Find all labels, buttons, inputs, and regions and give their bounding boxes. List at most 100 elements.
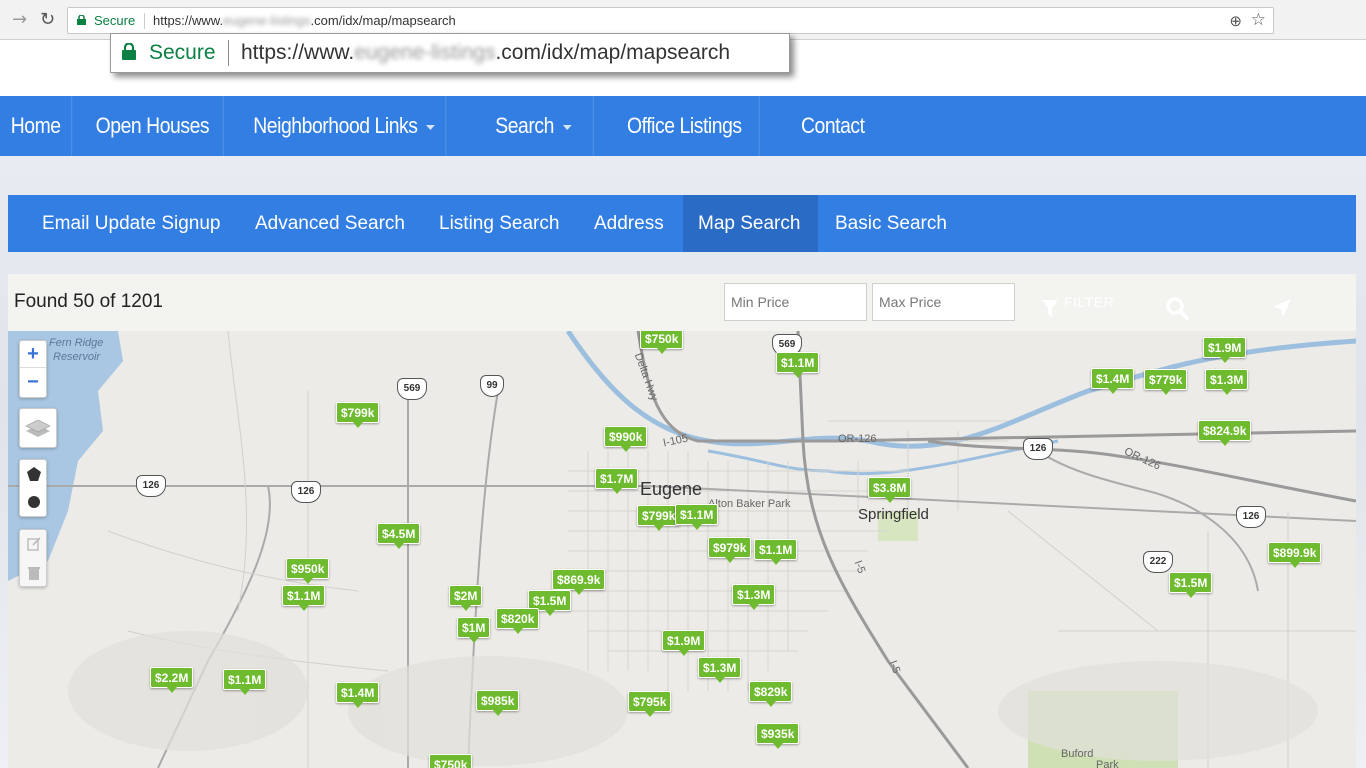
price-marker[interactable]: $750k: [640, 331, 684, 354]
secure-label: Secure: [149, 41, 216, 64]
price-marker[interactable]: $779k: [1144, 369, 1188, 395]
price-marker[interactable]: $1.1M: [282, 585, 326, 611]
url-text[interactable]: https://www.eugene-listings.com/idx/map/…: [153, 13, 456, 28]
map-base-layer: [8, 331, 1356, 768]
map-label-springfield: Springfield: [858, 506, 929, 523]
nav-contact[interactable]: Contact: [780, 96, 886, 156]
trash-icon[interactable]: [27, 565, 41, 581]
price-marker[interactable]: $4.5M: [377, 523, 421, 549]
url-zoom-callout: Secure https://www.eugene-listings.com/i…: [110, 33, 790, 73]
price-marker[interactable]: $829k: [749, 681, 793, 707]
polygon-draw-icon[interactable]: [26, 466, 42, 482]
chevron-down-icon: [562, 124, 572, 130]
address-bar[interactable]: Secure https://www.eugene-listings.com/i…: [67, 7, 1274, 34]
zoom-out-button[interactable]: −: [20, 369, 46, 396]
filter-icon[interactable]: [1042, 300, 1058, 318]
nav-search[interactable]: Search: [474, 96, 594, 156]
price-marker[interactable]: $1.4M: [1091, 368, 1135, 394]
highway-shield: 569: [397, 378, 427, 400]
max-price-input[interactable]: [872, 283, 1015, 321]
chevron-down-icon: [426, 124, 436, 130]
nav-home[interactable]: Home: [0, 96, 73, 156]
zoom-in-button[interactable]: +: [20, 341, 46, 368]
price-marker[interactable]: $1.1M: [776, 352, 820, 378]
separator: [228, 40, 229, 66]
search-toolbar: Found 50 of 1201 FILTER: [8, 274, 1356, 331]
edit-icon[interactable]: [26, 536, 42, 552]
search-icon[interactable]: [1165, 296, 1189, 320]
separator: [144, 13, 145, 29]
subnav-email-update-signup[interactable]: Email Update Signup: [42, 195, 221, 252]
url-blurred: eugene-listings: [354, 41, 496, 64]
price-marker[interactable]: $985k: [476, 690, 520, 716]
locate-arrow-icon[interactable]: [1272, 298, 1292, 318]
price-marker[interactable]: $1.3M: [698, 657, 742, 683]
price-marker[interactable]: $899.9k: [1268, 542, 1322, 568]
bookmark-star-icon[interactable]: ☆: [1251, 10, 1266, 30]
url-blurred: eugene-listings: [223, 13, 311, 28]
highway-shield: 126: [136, 475, 166, 497]
price-marker[interactable]: $824.9k: [1198, 420, 1252, 446]
draw-controls: [19, 459, 47, 517]
nav-open-houses[interactable]: Open Houses: [82, 96, 224, 156]
price-marker[interactable]: $1.1M: [223, 669, 267, 695]
map-label-or126: OR-126: [838, 433, 877, 445]
min-price-input[interactable]: [724, 283, 867, 321]
price-marker[interactable]: $2M: [449, 585, 483, 611]
price-marker[interactable]: $1M: [457, 617, 491, 643]
subnav-basic-search[interactable]: Basic Search: [835, 195, 947, 252]
price-marker[interactable]: $1.3M: [732, 584, 776, 610]
edit-controls: [19, 529, 47, 587]
price-marker[interactable]: $1.3M: [1205, 369, 1249, 395]
price-marker[interactable]: $799k: [637, 505, 681, 531]
price-marker[interactable]: $869.9k: [552, 569, 606, 595]
price-marker[interactable]: $795k: [628, 691, 672, 717]
map-label-reservoir: Reservoir: [53, 351, 101, 363]
price-marker[interactable]: $1.1M: [675, 504, 719, 530]
map-label-fern-ridge: Fern Ridge: [49, 337, 104, 349]
zoom-icon[interactable]: ⊕: [1229, 12, 1242, 30]
price-marker[interactable]: $1.5M: [1169, 572, 1213, 598]
subnav-advanced-search[interactable]: Advanced Search: [255, 195, 405, 252]
price-marker[interactable]: $1.1M: [754, 539, 798, 565]
nav-office-listings[interactable]: Office Listings: [610, 96, 760, 156]
layers-control[interactable]: [19, 408, 57, 448]
lock-icon: [77, 15, 86, 25]
secure-label: Secure: [94, 13, 136, 28]
back-arrow-icon[interactable]: →: [12, 9, 27, 30]
price-marker[interactable]: $1.9M: [1203, 337, 1247, 363]
price-marker[interactable]: $3.8M: [868, 477, 912, 503]
subnav-listing-search[interactable]: Listing Search: [439, 195, 559, 252]
price-marker[interactable]: $820k: [496, 608, 540, 634]
price-marker[interactable]: $950k: [286, 558, 330, 584]
price-marker[interactable]: $1.9M: [662, 630, 706, 656]
results-count: Found 50 of 1201: [14, 291, 163, 312]
circle-draw-icon[interactable]: [27, 495, 41, 509]
price-marker[interactable]: $935k: [756, 723, 800, 749]
highway-shield: 222: [1143, 551, 1173, 573]
main-navigation: Home Open Houses Neighborhood Links Sear…: [0, 96, 1366, 156]
reload-icon[interactable]: ↻: [40, 9, 55, 30]
price-marker[interactable]: $1.4M: [336, 682, 380, 708]
zoom-controls: + −: [19, 340, 47, 398]
price-marker[interactable]: $750k: [429, 754, 473, 768]
map-view[interactable]: Eugene Springfield Alton Baker Park Fern…: [8, 331, 1356, 768]
price-marker[interactable]: $979k: [708, 537, 752, 563]
subnav-address[interactable]: Address: [594, 195, 664, 252]
nav-neighborhood-links[interactable]: Neighborhood Links: [243, 96, 447, 156]
url-text: https://www.eugene-listings.com/idx/map/…: [241, 41, 731, 64]
price-marker[interactable]: $990k: [604, 426, 648, 452]
price-marker[interactable]: $799k: [336, 402, 380, 428]
layers-icon: [25, 419, 51, 437]
map-label-buford: Buford: [1061, 748, 1094, 760]
highway-shield: 126: [1023, 438, 1053, 460]
map-label-alton-baker: Alton Baker Park: [708, 498, 791, 510]
highway-shield: 126: [291, 481, 321, 503]
subnav-map-search[interactable]: Map Search: [683, 195, 818, 252]
lock-icon: [122, 43, 136, 60]
map-label-eugene: Eugene: [640, 479, 703, 499]
sub-navigation: Email Update Signup Advanced Search List…: [8, 195, 1356, 252]
filter-button[interactable]: FILTER: [1064, 294, 1114, 310]
price-marker[interactable]: $2.2M: [150, 667, 194, 693]
price-marker[interactable]: $1.7M: [595, 468, 639, 494]
